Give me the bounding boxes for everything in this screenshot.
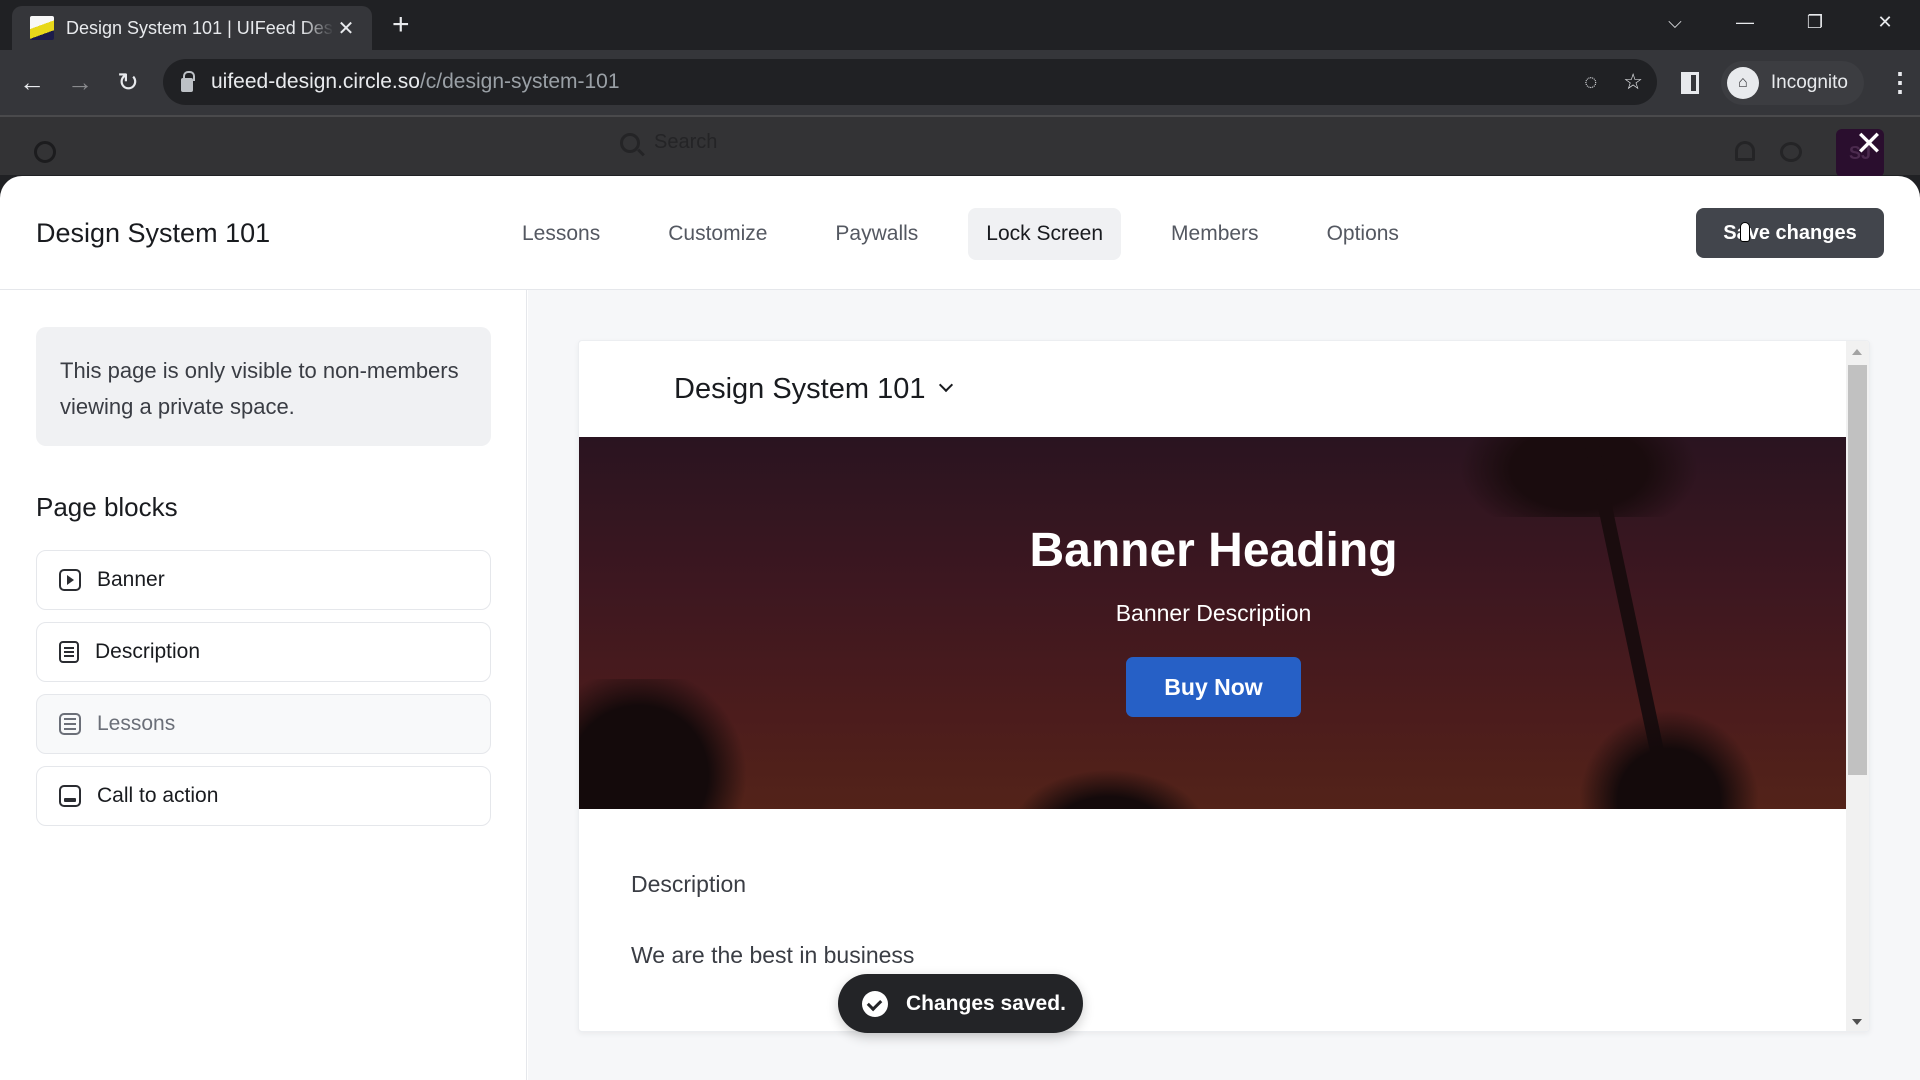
tab-paywalls[interactable]: Paywalls bbox=[817, 208, 936, 260]
buy-now-button[interactable]: Buy Now bbox=[1126, 657, 1301, 717]
trees-silhouette bbox=[1579, 709, 1759, 809]
block-banner[interactable]: Banner bbox=[36, 550, 491, 610]
document-icon bbox=[59, 641, 79, 663]
browser-toolbar: ← → ↻ uifeed-design.circle.so /c/design-… bbox=[0, 50, 1920, 115]
settings-tabs: Lessons Customize Paywalls Lock Screen M… bbox=[504, 208, 1443, 260]
side-panel-icon[interactable] bbox=[1680, 71, 1699, 94]
block-call-to-action[interactable]: Call to action bbox=[36, 766, 491, 826]
block-label: Banner bbox=[97, 568, 165, 591]
scroll-up-icon[interactable] bbox=[1852, 349, 1862, 355]
minimize-icon[interactable]: — bbox=[1710, 12, 1780, 33]
eye-off-icon[interactable]: ◌ bbox=[1584, 69, 1597, 95]
banner-description: Banner Description bbox=[1115, 600, 1312, 626]
description-title: Description bbox=[631, 871, 747, 897]
site-search: Search bbox=[620, 131, 717, 154]
tab-customize[interactable]: Customize bbox=[650, 208, 785, 260]
tab-lock-screen[interactable]: Lock Screen bbox=[968, 208, 1122, 260]
block-label: Call to action bbox=[97, 784, 219, 807]
search-icon bbox=[620, 132, 640, 153]
new-tab-button[interactable]: + bbox=[392, 10, 410, 40]
bell-icon bbox=[1735, 141, 1755, 161]
preview-scrollbar[interactable] bbox=[1846, 341, 1869, 1031]
palm-tree-image bbox=[1459, 437, 1699, 517]
tab-close-icon[interactable]: ✕ bbox=[334, 16, 358, 41]
scroll-down-icon[interactable] bbox=[1852, 1019, 1862, 1025]
scroll-thumb[interactable] bbox=[1848, 365, 1867, 775]
tab-title: Design System 101 | UIFeed Design bbox=[66, 17, 334, 38]
profile-label: Incognito bbox=[1770, 71, 1848, 93]
address-bar[interactable]: uifeed-design.circle.so /c/design-system… bbox=[163, 59, 1657, 105]
toast-text: Changes saved. bbox=[906, 991, 1066, 1015]
search-placeholder: Search bbox=[654, 131, 718, 153]
space-settings-modal: Design System 101 Lessons Customize Payw… bbox=[0, 176, 1920, 1080]
tab-options[interactable]: Options bbox=[1309, 208, 1417, 260]
page-blocks-heading: Page blocks bbox=[36, 492, 178, 522]
block-label: Description bbox=[95, 640, 201, 663]
trees-silhouette bbox=[579, 679, 759, 809]
forward-icon[interactable]: → bbox=[56, 59, 104, 107]
preview-space-title: Design System 101 bbox=[674, 372, 926, 405]
reload-icon[interactable]: ↻ bbox=[104, 59, 152, 107]
window-controls: ⌵ — ❐ ✕ bbox=[1640, 0, 1920, 44]
changes-saved-toast: Changes saved. bbox=[838, 974, 1083, 1033]
modal-header: Design System 101 Lessons Customize Payw… bbox=[0, 176, 1920, 290]
favicon-icon bbox=[30, 16, 54, 40]
description-text: We are the best in business bbox=[631, 942, 915, 968]
mouse-cursor-icon bbox=[1740, 222, 1750, 242]
list-icon bbox=[59, 713, 81, 735]
block-label: Lessons bbox=[97, 712, 176, 735]
bookmark-star-icon[interactable]: ☆ bbox=[1623, 69, 1643, 95]
tab-members[interactable]: Members bbox=[1153, 208, 1277, 260]
community-logo-icon bbox=[34, 141, 56, 163]
visibility-notice: This page is only visible to non-members… bbox=[36, 327, 491, 446]
cta-icon bbox=[59, 785, 81, 807]
lock-screen-preview-area: Design System 101 Banner Heading Banner … bbox=[528, 290, 1920, 1080]
tab-lessons[interactable]: Lessons bbox=[504, 208, 618, 260]
lock-icon[interactable] bbox=[181, 71, 195, 92]
chat-icon bbox=[1780, 142, 1802, 162]
window-close-icon[interactable]: ✕ bbox=[1850, 12, 1920, 33]
restore-icon[interactable]: ❐ bbox=[1780, 12, 1850, 33]
browser-tab-strip: Design System 101 | UIFeed Design ✕ + ⌵ … bbox=[0, 0, 1920, 50]
page-blocks-panel: This page is only visible to non-members… bbox=[0, 290, 527, 1080]
incognito-icon: ⌂ bbox=[1726, 66, 1759, 99]
preview-description: Description We are the best in business bbox=[631, 871, 914, 969]
preview-banner: Banner Heading Banner Description Buy No… bbox=[579, 437, 1848, 809]
preview-header: Design System 101 bbox=[579, 341, 1869, 437]
incognito-profile-button[interactable]: ⌂ Incognito bbox=[1720, 60, 1864, 105]
chevron-down-icon[interactable] bbox=[939, 377, 954, 393]
page-blocks-list: Banner Description Lessons Call to actio… bbox=[36, 550, 491, 838]
browser-menu-icon[interactable]: ⋮ bbox=[1880, 67, 1920, 98]
browser-tab[interactable]: Design System 101 | UIFeed Design ✕ bbox=[12, 6, 372, 50]
play-square-icon bbox=[59, 569, 81, 591]
site-header-dimmed: Search SJ bbox=[0, 115, 1920, 177]
lock-screen-preview[interactable]: Design System 101 Banner Heading Banner … bbox=[578, 340, 1870, 1032]
space-title: Design System 101 bbox=[36, 218, 271, 248]
url-host: uifeed-design.circle.so bbox=[211, 70, 420, 93]
back-icon[interactable]: ← bbox=[8, 59, 56, 107]
check-circle-icon bbox=[862, 990, 888, 1017]
trees-silhouette bbox=[1009, 769, 1209, 809]
block-description[interactable]: Description bbox=[36, 622, 491, 682]
banner-heading: Banner Heading bbox=[1029, 524, 1398, 577]
block-lessons[interactable]: Lessons bbox=[36, 694, 491, 754]
save-changes-button[interactable]: Save changes bbox=[1696, 208, 1884, 258]
modal-close-icon[interactable]: ✕ bbox=[1853, 127, 1885, 161]
tab-search-icon[interactable]: ⌵ bbox=[1640, 12, 1710, 33]
url-path: /c/design-system-101 bbox=[419, 70, 620, 93]
